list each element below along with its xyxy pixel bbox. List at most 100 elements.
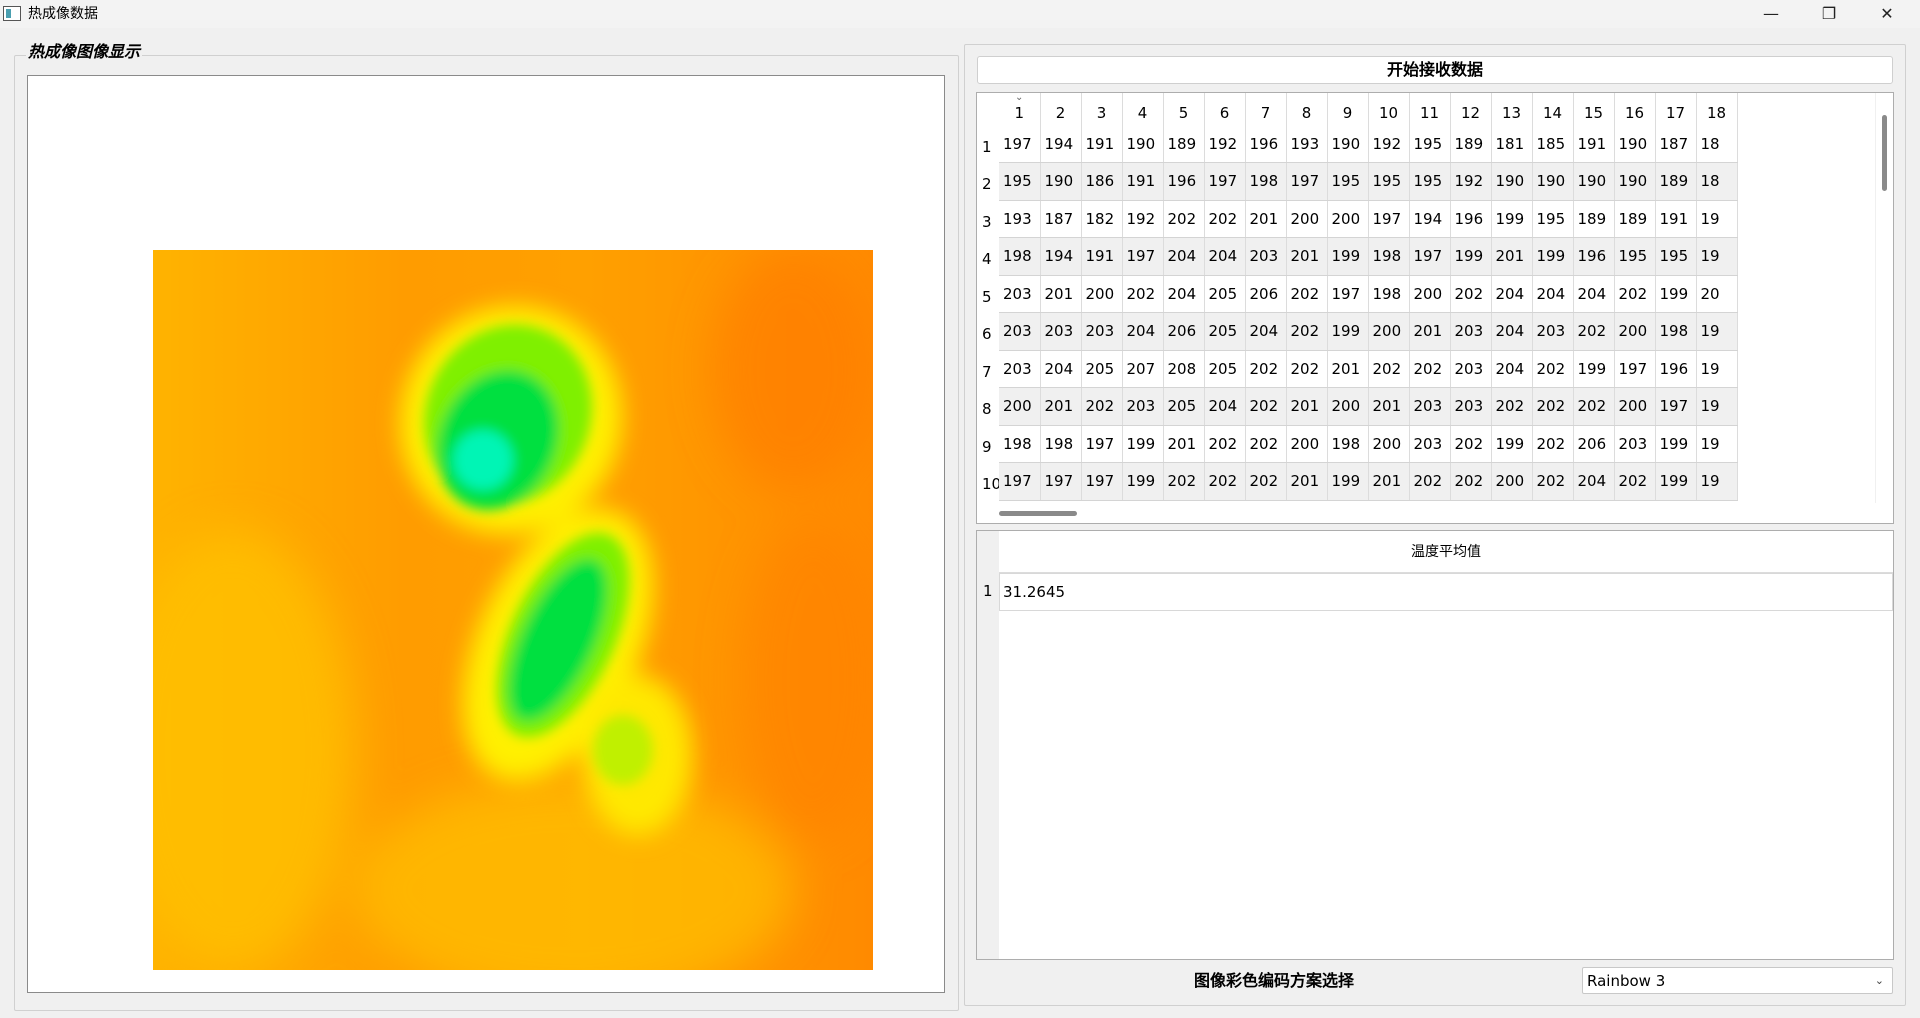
table-row[interactable]: 7 203 204 205 207 208 205 202 202 201 202 202 203 204…	[977, 350, 1738, 388]
table-cell[interactable]: 197	[1614, 350, 1656, 388]
table-cell[interactable]: 181	[1491, 125, 1533, 163]
column-header[interactable]: 18	[1696, 93, 1738, 125]
table-cell[interactable]: 197	[1655, 387, 1697, 426]
vertical-scroll-thumb[interactable]	[1882, 115, 1887, 191]
table-cell[interactable]: 199	[1450, 237, 1492, 276]
table-cell[interactable]: 204	[1573, 462, 1615, 501]
table-cell[interactable]: 202	[1204, 200, 1246, 238]
table-cell[interactable]: 199	[1655, 275, 1697, 313]
table-cell[interactable]: 203	[1122, 387, 1164, 426]
table-row[interactable]: 9 198 198 197 199 201 202 202 200 198 200 203 202 199…	[977, 425, 1738, 463]
table-cell[interactable]: 196	[1163, 162, 1205, 201]
table-cell[interactable]: 202	[1491, 387, 1533, 426]
table-cell[interactable]: 199	[1655, 462, 1697, 501]
table-cell[interactable]: 200	[1368, 312, 1410, 351]
table-row[interactable]: 6 203 203 203 204 206 205 204 202 199 200 201 203 204…	[977, 312, 1738, 351]
table-cell[interactable]: 190	[1614, 162, 1656, 201]
table-cell[interactable]: 203	[1245, 237, 1287, 276]
row-header[interactable]: 3	[977, 200, 999, 238]
table-row[interactable]: 1 197 194 191 190 189 192 196 193 190 192 195 189 181…	[977, 125, 1738, 163]
table-cell[interactable]: 194	[1409, 200, 1451, 238]
table-cell[interactable]: 197	[1081, 462, 1123, 501]
table-cell[interactable]: 199	[1327, 237, 1369, 276]
table-cell[interactable]: 202	[1204, 462, 1246, 501]
table-cell[interactable]: 204	[1040, 350, 1082, 388]
table-cell[interactable]: 202	[1409, 350, 1451, 388]
table-cell[interactable]: 192	[1368, 125, 1410, 163]
table-row[interactable]: 1019719719719920220220220119920120220220…	[977, 462, 1738, 501]
column-header[interactable]: 16	[1614, 93, 1656, 125]
table-cell[interactable]: 197	[999, 125, 1041, 163]
table-cell[interactable]: 200	[1081, 275, 1123, 313]
table-cell[interactable]: 19	[1696, 350, 1738, 388]
table-row[interactable]: 8 200 201 202 203 205 204 202 201 200 201 203 203 202…	[977, 387, 1738, 426]
table-cell[interactable]: 202	[1532, 387, 1574, 426]
table-cell[interactable]: 199	[1327, 462, 1369, 501]
table-cell[interactable]: 198	[1368, 275, 1410, 313]
table-cell[interactable]: 202	[1245, 387, 1287, 426]
table-cell[interactable]: 203	[1614, 425, 1656, 463]
table-cell[interactable]: 202	[1163, 462, 1205, 501]
row-header[interactable]: 6	[977, 312, 999, 350]
table-cell[interactable]: 189	[1614, 200, 1656, 238]
table-cell[interactable]: 201	[1245, 200, 1287, 238]
table-cell[interactable]: 190	[1122, 125, 1164, 163]
table-cell[interactable]: 195	[1368, 162, 1410, 201]
table-cell[interactable]: 202	[1204, 425, 1246, 463]
table-cell[interactable]: 187	[1040, 200, 1082, 238]
table-cell[interactable]: 19	[1696, 425, 1738, 463]
start-receive-button[interactable]: 开始接收数据	[977, 56, 1893, 84]
table-cell[interactable]: 19	[1696, 387, 1738, 426]
table-row[interactable]: 5 203 201 200 202 204 205 206 202 197 198 200 202 204…	[977, 275, 1738, 313]
column-header[interactable]: 3	[1081, 93, 1123, 125]
row-header[interactable]: 10	[977, 462, 999, 500]
column-header[interactable]: 15	[1573, 93, 1615, 125]
table-cell[interactable]: 201	[1286, 462, 1328, 501]
table-cell[interactable]: 200	[1327, 200, 1369, 238]
table-cell[interactable]: 199	[1122, 462, 1164, 501]
table-cell[interactable]: 202	[1245, 462, 1287, 501]
table-cell[interactable]: 18	[1696, 125, 1738, 163]
column-header[interactable]: 13	[1491, 93, 1533, 125]
column-header[interactable]: 17	[1655, 93, 1697, 125]
table-cell[interactable]: 186	[1081, 162, 1123, 201]
table-cell[interactable]: 200	[1368, 425, 1410, 463]
table-cell[interactable]: 197	[1122, 237, 1164, 276]
table-cell[interactable]: 198	[999, 237, 1041, 276]
table-cell[interactable]: 190	[1573, 162, 1615, 201]
table-cell[interactable]: 204	[1122, 312, 1164, 351]
table-cell[interactable]: 200	[1614, 387, 1656, 426]
table-cell[interactable]: 202	[1163, 200, 1205, 238]
table-cell[interactable]: 202	[1450, 462, 1492, 501]
table-cell[interactable]: 201	[1368, 462, 1410, 501]
column-header[interactable]: 10	[1368, 93, 1410, 125]
table-cell[interactable]: 195	[999, 162, 1041, 201]
column-header[interactable]: 11	[1409, 93, 1451, 125]
table-cell[interactable]: 195	[1614, 237, 1656, 276]
table-cell[interactable]: 200	[1409, 275, 1451, 313]
table-cell[interactable]: 200	[999, 387, 1041, 426]
table-cell[interactable]: 200	[1286, 200, 1328, 238]
table-cell[interactable]: 204	[1163, 237, 1205, 276]
table-cell[interactable]: 190	[1532, 162, 1574, 201]
table-cell[interactable]: 204	[1532, 275, 1574, 313]
table-cell[interactable]: 200	[1491, 462, 1533, 501]
table-cell[interactable]: 19	[1696, 312, 1738, 351]
table-cell[interactable]: 192	[1204, 125, 1246, 163]
table-cell[interactable]: 203	[1450, 387, 1492, 426]
table-cell[interactable]: 198	[1245, 162, 1287, 201]
row-header[interactable]: 9	[977, 425, 999, 463]
average-row[interactable]: 31.2645	[999, 573, 1893, 611]
row-header[interactable]: 5	[977, 275, 999, 313]
table-cell[interactable]: 203	[999, 275, 1041, 313]
table-cell[interactable]: 197	[1286, 162, 1328, 201]
column-header[interactable]: 7	[1245, 93, 1287, 125]
row-header[interactable]: 8	[977, 387, 999, 425]
table-cell[interactable]: 191	[1573, 125, 1615, 163]
table-cell[interactable]: 190	[1491, 162, 1533, 201]
table-cell[interactable]: 187	[1655, 125, 1697, 163]
table-cell[interactable]: 199	[1491, 425, 1533, 463]
column-header[interactable]: 6	[1204, 93, 1246, 125]
table-cell[interactable]: 205	[1204, 312, 1246, 351]
table-cell[interactable]: 196	[1573, 237, 1615, 276]
